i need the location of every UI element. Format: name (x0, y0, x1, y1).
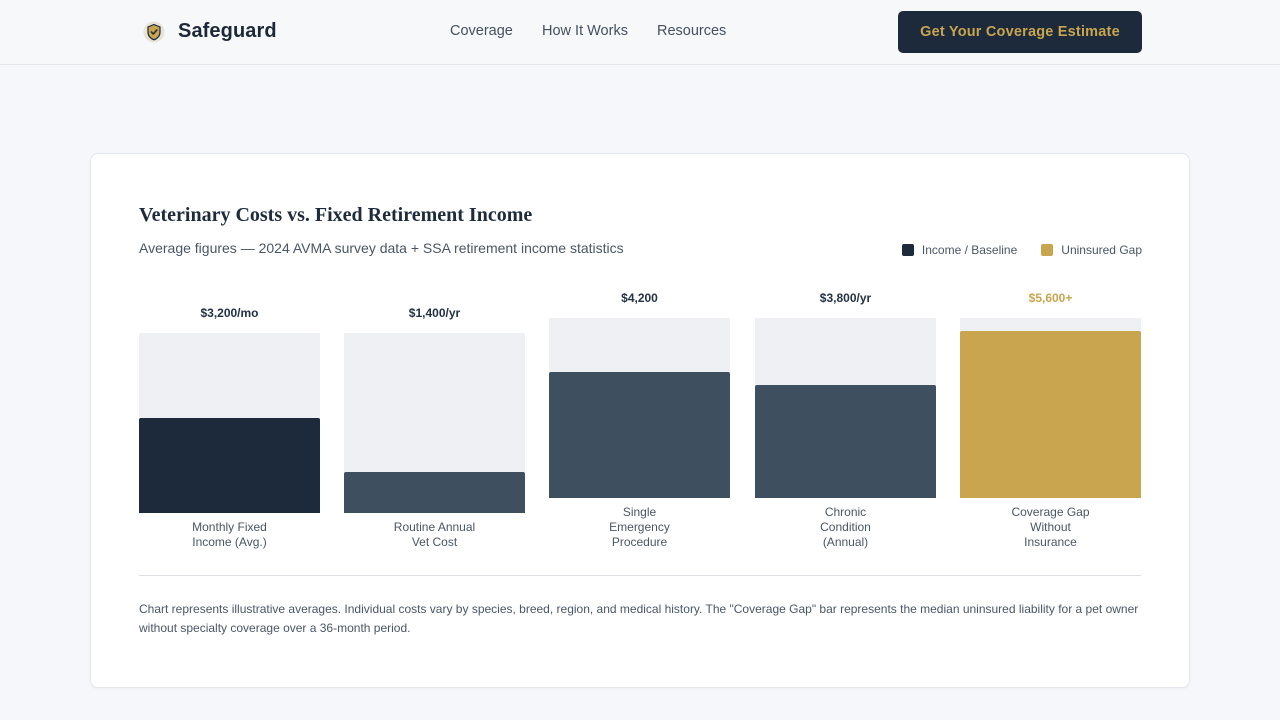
bar (549, 372, 730, 498)
bar-track (755, 318, 936, 498)
bar-category-label: Chronic Condition (Annual) (820, 505, 871, 549)
bar-column: $3,800/yr Chronic Condition (Annual) (755, 154, 936, 574)
brand-name: Safeguard (178, 20, 277, 42)
bar-track (549, 318, 730, 498)
chart-divider (139, 575, 1141, 576)
bar-category-label: Monthly Fixed Income (Avg.) (192, 520, 267, 549)
bar-value-label: $5,600+ (1028, 291, 1073, 305)
bar (139, 418, 320, 513)
bar-column: $1,400/yr Routine Annual Vet Cost (344, 154, 525, 574)
nav-link-coverage[interactable]: Coverage (450, 23, 513, 39)
chart-card: Veterinary Costs vs. Fixed Retirement In… (90, 153, 1190, 688)
bar-chart: $3,200/mo Monthly Fixed Income (Avg.) $1,4… (91, 154, 1189, 574)
shield-logo-icon (143, 21, 165, 42)
bar-category-label: Coverage Gap Without Insurance (1011, 505, 1090, 549)
bar-value-label: $4,200 (621, 291, 658, 305)
bar-column: $5,600+ Coverage Gap Without Insurance (960, 154, 1141, 574)
bar-category-label: Routine Annual Vet Cost (393, 520, 476, 549)
bar-track (960, 318, 1141, 498)
top-navigation-bar: Safeguard Coverage How It Works Resource… (0, 0, 1280, 65)
bar-column: $4,200 Single Emergency Procedure (549, 154, 730, 574)
bar (755, 385, 936, 498)
bar-track (139, 333, 320, 513)
coverage-estimate-button[interactable]: Get Your Coverage Estimate (898, 11, 1142, 53)
nav-link-how-it-works[interactable]: How It Works (542, 23, 628, 39)
chart-footnote: Chart represents illustrative averages. … (139, 602, 1139, 635)
bar-track (344, 333, 525, 513)
bar (344, 472, 525, 513)
bar-value-label: $1,400/yr (408, 306, 461, 320)
bar (960, 331, 1141, 498)
nav-link-resources[interactable]: Resources (657, 23, 726, 39)
bar-column: $3,200/mo Monthly Fixed Income (Avg.) (139, 154, 320, 574)
bar-value-label: $3,800/yr (819, 291, 872, 305)
brand[interactable]: Safeguard (143, 20, 277, 43)
bar-value-label: $3,200/mo (200, 306, 259, 320)
bar-category-label: Single Emergency Procedure (609, 505, 670, 549)
